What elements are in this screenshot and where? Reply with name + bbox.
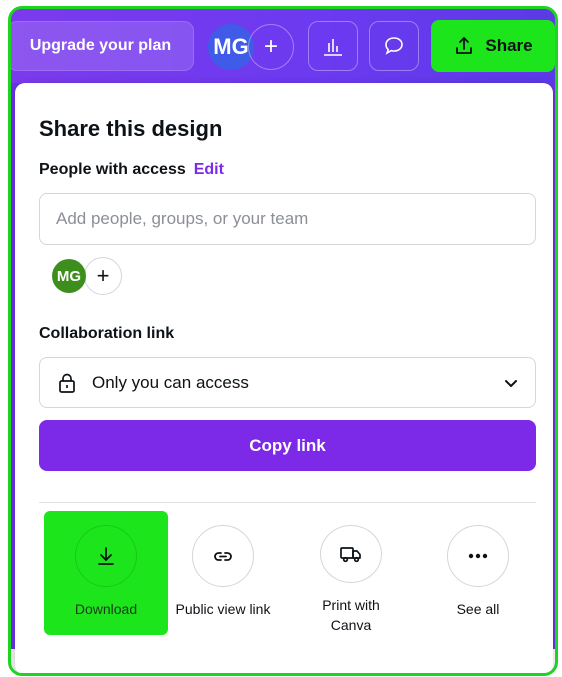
see-all-label: See all	[456, 601, 500, 617]
share-design-panel: Share this design People with access Edit…	[15, 83, 553, 673]
chevron-down-icon	[503, 375, 519, 391]
print-with-canva-circle	[320, 525, 382, 583]
share-panel-title: Share this design	[39, 116, 223, 141]
share-button-label: Share	[485, 36, 533, 55]
plus-icon: +	[96, 263, 110, 288]
public-view-link-label: Public view link	[175, 601, 271, 617]
people-access-label: People with access	[39, 161, 186, 178]
editor-header: Upgrade your plan MG + Share	[11, 9, 555, 83]
see-all-circle	[447, 525, 509, 587]
comment-icon	[385, 37, 403, 55]
link-access-value: Only you can access	[92, 372, 249, 392]
print-with-canva-action[interactable]: Print with Canva	[289, 511, 413, 635]
edit-access-link[interactable]: Edit	[194, 161, 224, 178]
insights-button[interactable]	[308, 21, 358, 71]
link-icon	[214, 552, 232, 561]
add-member-button[interactable]: +	[84, 257, 122, 295]
member-avatar-initials: MG	[56, 267, 82, 285]
more-icon	[468, 553, 488, 559]
upgrade-plan-label: Upgrade your plan	[29, 37, 172, 54]
link-access-select[interactable]: Only you can access	[39, 357, 536, 408]
user-avatar-initials: MG	[213, 34, 249, 59]
people-access-row: People with access Edit	[39, 161, 224, 179]
download-action-label: Download	[74, 601, 138, 617]
collaboration-link-label: Collaboration link	[39, 325, 175, 342]
download-action-circle	[75, 525, 137, 587]
share-button[interactable]: Share	[431, 20, 555, 72]
download-icon	[98, 547, 114, 565]
share-upload-icon	[456, 37, 473, 54]
comments-button[interactable]	[369, 21, 419, 71]
invite-collaborator-button[interactable]: +	[248, 24, 294, 70]
copy-link-button[interactable]: Copy link	[39, 420, 536, 471]
copy-link-label: Copy link	[249, 435, 326, 455]
print-with-canva-label: Print with Canva	[322, 597, 380, 633]
section-divider	[39, 502, 536, 503]
public-view-link-action[interactable]: Public view link	[161, 511, 285, 635]
member-avatar[interactable]: MG	[52, 259, 86, 293]
see-all-action[interactable]: See all	[416, 511, 540, 635]
download-action[interactable]: Download	[44, 511, 168, 635]
truck-icon	[340, 547, 361, 563]
bar-chart-icon	[324, 39, 342, 56]
lock-icon	[59, 373, 75, 393]
app-frame: Upgrade your plan MG + Share Share this …	[8, 6, 558, 676]
public-view-link-circle	[192, 525, 254, 587]
plus-icon: +	[263, 33, 278, 60]
add-people-input[interactable]	[39, 193, 536, 245]
upgrade-plan-button[interactable]: Upgrade your plan	[11, 21, 194, 71]
